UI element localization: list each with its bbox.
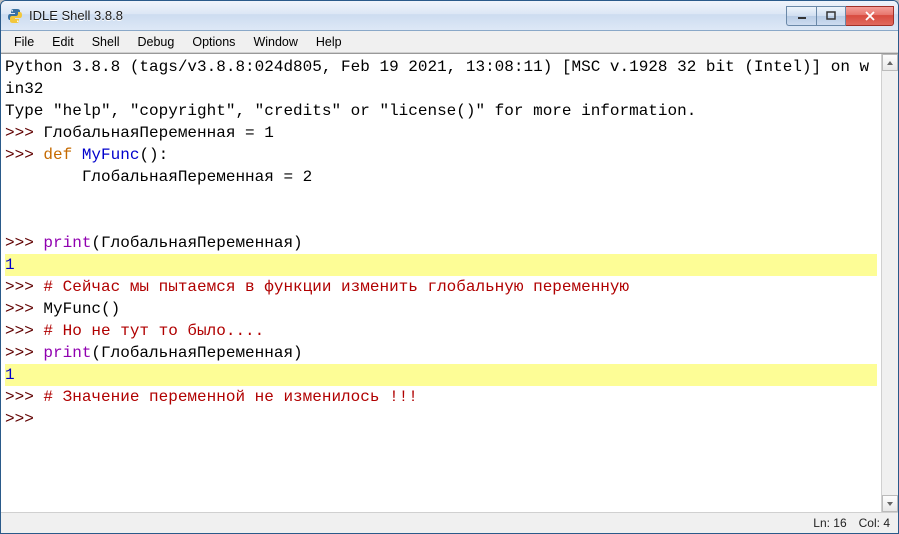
prompt: >>> <box>5 322 43 340</box>
code-line: MyFunc() <box>43 300 120 318</box>
menu-shell[interactable]: Shell <box>83 33 129 51</box>
func-name: MyFunc <box>72 146 139 164</box>
output-line: 1 <box>5 364 877 386</box>
prompt: >>> <box>5 300 43 318</box>
comment-line: # Сейчас мы пытаемся в функции изменить … <box>43 278 629 296</box>
code-text: (): <box>139 146 168 164</box>
code-text: (ГлобальнаяПеременная) <box>91 234 302 252</box>
output-line: 1 <box>5 254 877 276</box>
prompt: >>> <box>5 344 43 362</box>
minimize-button[interactable] <box>786 6 816 26</box>
scroll-track[interactable] <box>882 71 898 495</box>
python-icon <box>7 8 23 24</box>
prompt: >>> <box>5 388 43 406</box>
title-bar[interactable]: IDLE Shell 3.8.8 <box>1 1 898 31</box>
prompt: >>> <box>5 278 43 296</box>
prompt: >>> <box>5 234 43 252</box>
menu-bar: File Edit Shell Debug Options Window Hel… <box>1 31 898 53</box>
menu-file[interactable]: File <box>5 33 43 51</box>
status-column: Col: 4 <box>859 516 890 530</box>
banner-line: Type "help", "copyright", "credits" or "… <box>5 102 696 120</box>
status-line: Ln: 16 <box>813 516 846 530</box>
prompt: >>> <box>5 146 43 164</box>
window-title: IDLE Shell 3.8.8 <box>29 8 786 23</box>
menu-edit[interactable]: Edit <box>43 33 83 51</box>
maximize-button[interactable] <box>816 6 846 26</box>
prompt: >>> <box>5 410 43 428</box>
code-line: ГлобальнаяПеременная = 2 <box>5 168 312 186</box>
code-line: ГлобальнаяПеременная = 1 <box>43 124 273 142</box>
status-bar: Ln: 16 Col: 4 <box>1 512 898 533</box>
comment-line: # Значение переменной не изменилось !!! <box>43 388 417 406</box>
menu-help[interactable]: Help <box>307 33 351 51</box>
menu-debug[interactable]: Debug <box>129 33 184 51</box>
shell-text[interactable]: Python 3.8.8 (tags/v3.8.8:024d805, Feb 1… <box>1 54 881 512</box>
builtin-print: print <box>43 234 91 252</box>
keyword-def: def <box>43 146 72 164</box>
menu-window[interactable]: Window <box>244 33 306 51</box>
banner-line: Python 3.8.8 (tags/v3.8.8:024d805, Feb 1… <box>5 58 869 98</box>
menu-options[interactable]: Options <box>183 33 244 51</box>
prompt: >>> <box>5 124 43 142</box>
vertical-scrollbar[interactable] <box>881 54 898 512</box>
scroll-down-button[interactable] <box>882 495 898 512</box>
builtin-print: print <box>43 344 91 362</box>
close-button[interactable] <box>846 6 894 26</box>
window-controls <box>786 6 894 26</box>
editor-area: Python 3.8.8 (tags/v3.8.8:024d805, Feb 1… <box>1 53 898 512</box>
scroll-up-button[interactable] <box>882 54 898 71</box>
code-text: (ГлобальнаяПеременная) <box>91 344 302 362</box>
comment-line: # Но не тут то было.... <box>43 322 264 340</box>
app-window: IDLE Shell 3.8.8 File Edit Shell Debug O… <box>0 0 899 534</box>
